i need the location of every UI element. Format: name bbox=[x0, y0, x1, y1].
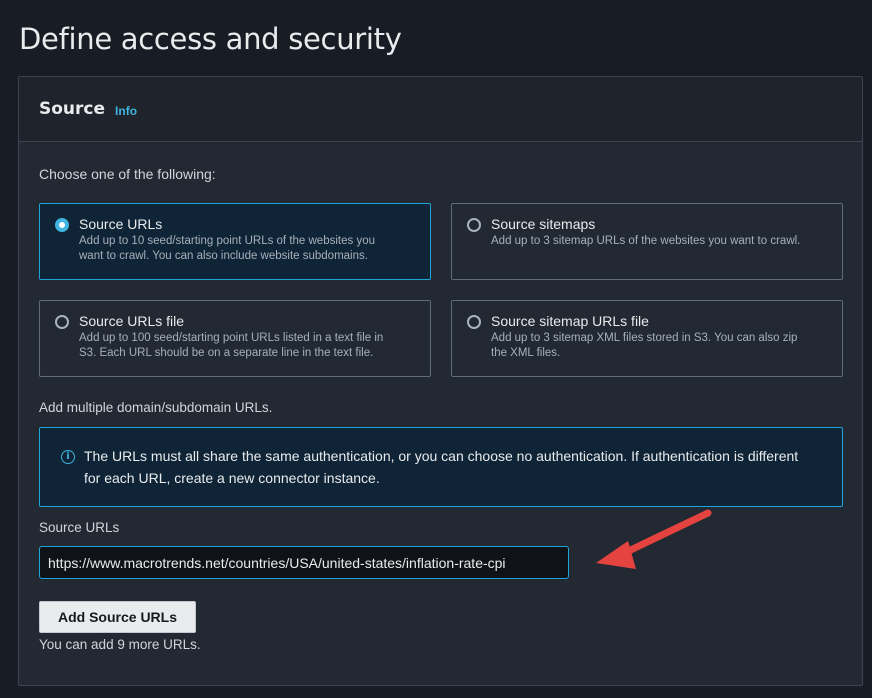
option-desc-line: Add up to 3 sitemap URLs of the websites… bbox=[491, 235, 801, 247]
remaining-urls-hint: You can add 9 more URLs. bbox=[39, 637, 201, 652]
alert-line: The URLs must all share the same authent… bbox=[84, 448, 799, 464]
option-desc-line: want to crawl. You can also include webs… bbox=[79, 250, 368, 262]
source-urls-label: Source URLs bbox=[39, 520, 120, 535]
option-desc-line: Add up to 10 seed/starting point URLs of… bbox=[79, 235, 375, 247]
info-link[interactable]: Info bbox=[115, 104, 137, 118]
option-title: Source URLs file bbox=[79, 313, 185, 329]
option-source-sitemaps[interactable]: Source sitemaps Add up to 3 sitemap URLs… bbox=[451, 203, 843, 280]
radio-source-urls-file[interactable] bbox=[55, 315, 69, 329]
alert-line: for each URL, create a new connector ins… bbox=[84, 470, 380, 486]
panel-header: Source Info bbox=[19, 77, 862, 142]
red-arrow-icon bbox=[596, 509, 712, 569]
option-title: Source sitemap URLs file bbox=[491, 313, 649, 329]
choose-label: Choose one of the following: bbox=[39, 166, 216, 182]
page-title: Define access and security bbox=[19, 22, 402, 56]
option-source-urls[interactable]: Source URLs Add up to 10 seed/starting p… bbox=[39, 203, 431, 280]
option-desc-line: Add up to 100 seed/starting point URLs l… bbox=[79, 332, 384, 344]
info-circle-icon: i bbox=[61, 450, 75, 464]
radio-source-urls[interactable] bbox=[55, 218, 69, 232]
radio-source-sitemap-urls-file[interactable] bbox=[467, 315, 481, 329]
add-source-urls-button[interactable]: Add Source URLs bbox=[39, 601, 196, 633]
source-panel: Source Info Choose one of the following:… bbox=[18, 76, 863, 686]
option-title: Source sitemaps bbox=[491, 216, 596, 232]
option-source-urls-file[interactable]: Source URLs file Add up to 100 seed/star… bbox=[39, 300, 431, 377]
multi-domain-label: Add multiple domain/subdomain URLs. bbox=[39, 400, 273, 415]
option-source-sitemap-urls-file[interactable]: Source sitemap URLs file Add up to 3 sit… bbox=[451, 300, 843, 377]
info-alert: i The URLs must all share the same authe… bbox=[39, 427, 843, 507]
panel-title: Source bbox=[39, 99, 106, 119]
option-desc-line: S3. Each URL should be on a separate lin… bbox=[79, 347, 374, 359]
option-desc-line: the XML files. bbox=[491, 347, 561, 359]
option-desc-line: Add up to 3 sitemap XML files stored in … bbox=[491, 332, 798, 344]
radio-source-sitemaps[interactable] bbox=[467, 218, 481, 232]
source-url-input[interactable] bbox=[39, 546, 569, 579]
option-title: Source URLs bbox=[79, 216, 163, 232]
